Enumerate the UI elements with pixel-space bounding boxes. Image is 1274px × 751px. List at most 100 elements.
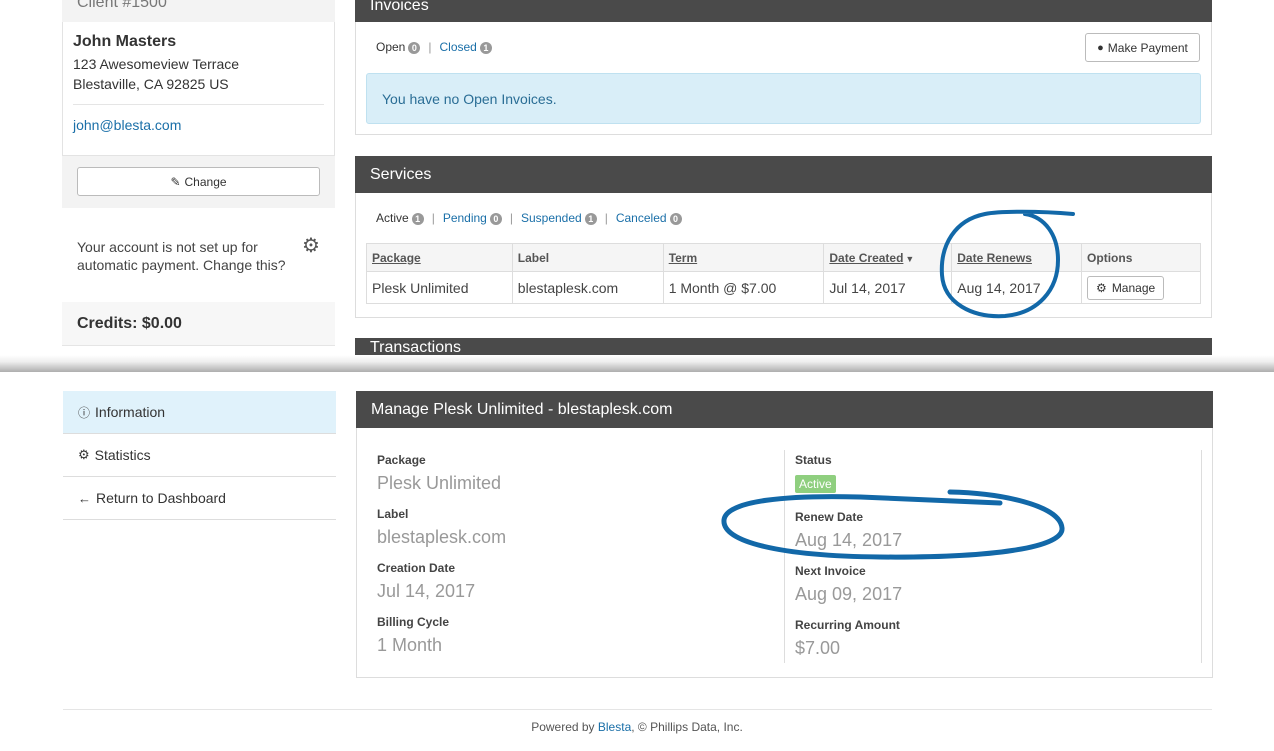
client-overview-screenshot: Client #1500 John Masters 123 Awesomevie… <box>0 0 1274 372</box>
services-panel-header: Services <box>355 156 1212 193</box>
caret-down-icon: ▼ <box>905 253 915 264</box>
row-term: 1 Month @ $7.00 <box>662 271 825 304</box>
gear-icon[interactable]: ⚙ <box>302 233 320 258</box>
row-label: blestaplesk.com <box>511 271 664 304</box>
tab-open-count: 0 <box>408 41 421 54</box>
credits-amount: Credits: $0.00 <box>77 315 182 332</box>
tab-active-label: Active <box>376 211 409 225</box>
gear-icon: ⚙ <box>1096 280 1107 295</box>
tab-open[interactable]: Open 0 <box>376 40 421 54</box>
tab-closed-label: Closed <box>439 40 477 54</box>
client-header: Client #1500 <box>77 0 167 11</box>
row-created: Jul 14, 2017 <box>823 271 953 304</box>
tab-open-label: Open <box>376 40 406 54</box>
plus-circle-icon: ● <box>1097 41 1104 54</box>
footer-suffix: , © Phillips Data, Inc. <box>631 720 743 734</box>
recurring-amount-label: Recurring Amount <box>795 618 900 632</box>
billing-cycle-value: 1 Month <box>377 635 443 655</box>
nav-statistics-label: Statistics <box>94 447 151 463</box>
change-button[interactable]: ✎ Change <box>77 167 320 196</box>
renew-date-label: Renew Date <box>795 510 864 524</box>
torn-edge <box>0 355 1274 372</box>
row-options: ⚙ Manage <box>1081 271 1201 304</box>
column-date-created[interactable]: Date Created ▼ <box>823 243 953 272</box>
autopay-notice[interactable]: Your account is not set up for automatic… <box>77 238 297 274</box>
client-address-line2: Blestaville, CA 92825 US <box>73 76 229 92</box>
make-payment-label: Make Payment <box>1107 40 1188 55</box>
tab-suspended-label: Suspended <box>520 211 582 225</box>
manage-button[interactable]: ⚙ Manage <box>1087 275 1165 300</box>
arrow-left-icon: ← <box>78 490 91 506</box>
tab-separator: | <box>431 211 435 225</box>
billing-cycle-label: Billing Cycle <box>377 615 450 629</box>
renew-date-value: Aug 14, 2017 <box>795 530 903 550</box>
nav-statistics[interactable]: ⚙ Statistics <box>63 434 336 477</box>
column-term[interactable]: Term <box>662 243 825 272</box>
table-header-row: Package Label Term Date Created ▼ Date Re… <box>366 243 1201 272</box>
services-table: Package Label Term Date Created ▼ Date Re… <box>366 243 1201 304</box>
info-icon: ⓘ <box>78 405 91 420</box>
footer: Powered by Blesta, © Phillips Data, Inc. <box>0 720 1274 734</box>
footer-divider <box>63 709 1212 710</box>
tab-closed[interactable]: Closed 1 <box>439 40 492 54</box>
no-invoices-alert: You have no Open Invoices. <box>366 73 1201 124</box>
tab-canceled[interactable]: Canceled 0 <box>616 211 682 225</box>
tab-active[interactable]: Active 1 <box>376 211 424 225</box>
pencil-icon: ✎ <box>170 174 181 189</box>
tab-pending[interactable]: Pending 0 <box>443 211 502 225</box>
blesta-link[interactable]: Blesta <box>598 720 631 734</box>
change-button-label: Change <box>184 174 227 189</box>
service-tabs: Active 1 | Pending 0 | Suspended 1 | Cancel… <box>376 211 682 225</box>
invoice-tabs: Open 0 | Closed 1 <box>376 40 492 54</box>
tab-separator: | <box>604 211 608 225</box>
tab-active-count: 1 <box>411 212 424 225</box>
column-divider <box>784 450 785 663</box>
row-package: Plesk Unlimited <box>366 271 513 304</box>
column-options: Options <box>1081 243 1201 272</box>
recurring-amount-value: $7.00 <box>795 638 841 658</box>
footer-prefix: Powered by <box>531 720 598 734</box>
column-label: Label <box>511 243 664 272</box>
package-label: Package <box>377 453 426 467</box>
nav-information[interactable]: ⓘ Information <box>63 391 336 434</box>
column-date-renews[interactable]: Date Renews <box>951 243 1083 272</box>
tab-pending-label: Pending <box>442 211 487 225</box>
tab-pending-count: 0 <box>489 212 502 225</box>
creation-date-label: Creation Date <box>377 561 456 575</box>
tab-closed-count: 1 <box>479 41 492 54</box>
status-label: Status <box>795 453 832 467</box>
status-badge: Active <box>795 475 836 493</box>
label-value: blestaplesk.com <box>377 527 507 547</box>
nav-return-label: Return to Dashboard <box>96 490 226 506</box>
tab-suspended[interactable]: Suspended 1 <box>521 211 597 225</box>
client-address-line1: 123 Awesomeview Terrace <box>73 56 240 72</box>
gear-icon: ⚙ <box>78 447 90 462</box>
manage-title: Manage Plesk Unlimited - blestaplesk.com <box>371 400 673 418</box>
invoices-panel-header: Invoices <box>355 0 1212 22</box>
client-email-link[interactable]: john@blesta.com <box>73 117 181 133</box>
client-name: John Masters <box>73 33 177 50</box>
next-invoice-label: Next Invoice <box>795 564 866 578</box>
tab-canceled-label: Canceled <box>615 211 667 225</box>
column-date-created-label: Date Created <box>829 250 904 265</box>
services-title: Services <box>370 165 432 183</box>
table-row: Plesk Unlimited blestaplesk.com 1 Month … <box>366 271 1201 304</box>
label-label: Label <box>377 507 409 521</box>
manage-panel-header: Manage Plesk Unlimited - blestaplesk.com <box>356 391 1213 428</box>
package-value: Plesk Unlimited <box>377 473 502 493</box>
column-divider <box>1201 450 1202 663</box>
creation-date-value: Jul 14, 2017 <box>377 581 476 601</box>
tab-separator: | <box>509 211 513 225</box>
tab-canceled-count: 0 <box>669 212 682 225</box>
row-renews: Aug 14, 2017 <box>951 271 1083 304</box>
tab-suspended-count: 1 <box>584 212 597 225</box>
make-payment-button[interactable]: ● Make Payment <box>1085 33 1200 62</box>
next-invoice-value: Aug 09, 2017 <box>795 584 903 604</box>
nav-information-label: Information <box>95 404 166 420</box>
divider <box>73 104 324 105</box>
nav-return-dashboard[interactable]: ← Return to Dashboard <box>63 477 336 520</box>
invoices-title: Invoices <box>370 0 429 14</box>
column-package[interactable]: Package <box>366 243 513 272</box>
manage-button-label: Manage <box>1111 280 1156 295</box>
tab-separator: | <box>428 40 432 54</box>
